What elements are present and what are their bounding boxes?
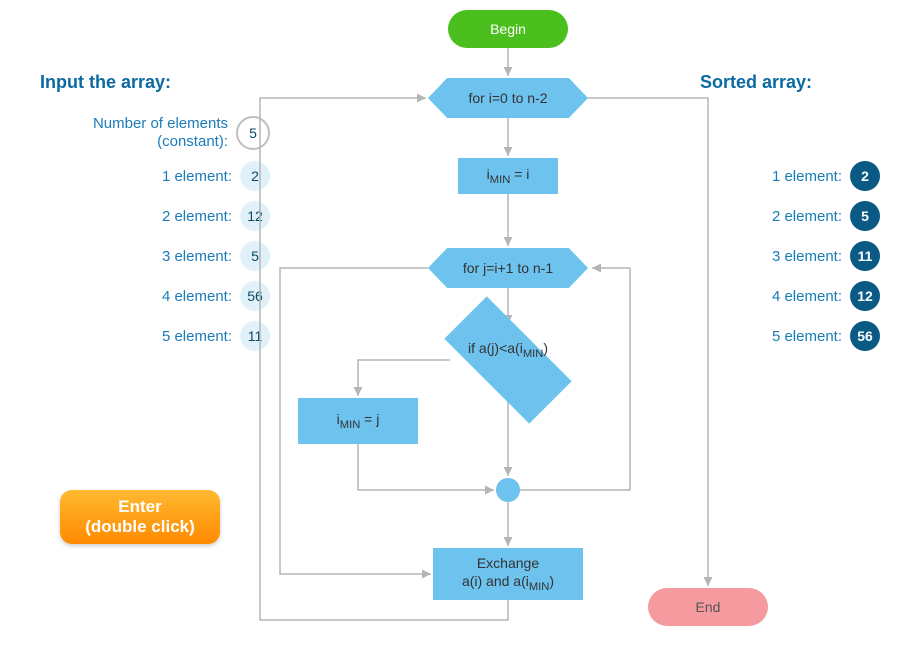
node-assign-min-i: iMIN = i	[458, 158, 558, 194]
node-begin: Begin	[448, 10, 568, 48]
input-panel: Input the array: Number of elements (con…	[40, 72, 270, 361]
enter-button-line2: (double click)	[85, 517, 195, 536]
output-value-2: 5	[850, 201, 880, 231]
output-value-5: 56	[850, 321, 880, 351]
node-loop-outer: for i=0 to n-2	[428, 78, 588, 118]
output-panel: Sorted array: 1 element: 2 2 element: 5 3 …	[700, 72, 880, 361]
node-decision: if a(j)<a(iMIN)	[438, 340, 578, 360]
node-exchange: Exchange a(i) and a(iMIN)	[433, 548, 583, 600]
output-value-1: 2	[850, 161, 880, 191]
output-value-4: 12	[850, 281, 880, 311]
input-label-2: 2 element:	[162, 208, 232, 225]
node-connector	[496, 478, 520, 502]
node-loop-inner: for j=i+1 to n-1	[428, 248, 588, 288]
node-end: End	[648, 588, 768, 626]
enter-button[interactable]: Enter (double click)	[60, 490, 220, 544]
node-assign-min-j: iMIN = j	[298, 398, 418, 444]
output-value-3: 11	[850, 241, 880, 271]
input-heading: Input the array:	[40, 72, 270, 93]
output-heading: Sorted array:	[700, 72, 880, 93]
constant-label: Number of elements (constant):	[78, 115, 228, 151]
output-label-5: 5 element:	[772, 328, 842, 345]
output-label-2: 2 element:	[772, 208, 842, 225]
input-label-4: 4 element:	[162, 288, 232, 305]
input-label-3: 3 element:	[162, 248, 232, 265]
output-label-4: 4 element:	[772, 288, 842, 305]
enter-button-line1: Enter	[118, 497, 161, 516]
output-label-3: 3 element:	[772, 248, 842, 265]
flowchart: Begin for i=0 to n-2 iMIN = i for j=i+1 …	[250, 10, 670, 650]
output-label-1: 1 element:	[772, 168, 842, 185]
input-label-5: 5 element:	[162, 328, 232, 345]
node-decision-shape	[444, 296, 571, 423]
input-label-1: 1 element:	[162, 168, 232, 185]
